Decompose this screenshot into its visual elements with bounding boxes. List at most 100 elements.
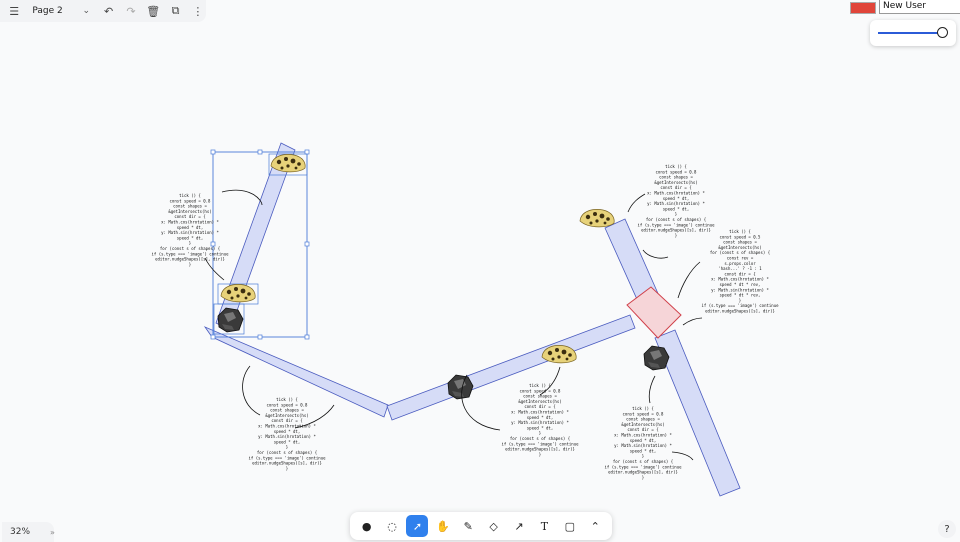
code-line: y: Math.sin(hrotation) * [511,420,569,425]
code-line: speed * dt, [527,425,554,430]
code-line: const speed = 0.8 [520,388,562,393]
code-line: speed * dt, [274,429,301,434]
code-line: y: Math.sin(hrotation) * [614,443,672,448]
trash-icon[interactable]: 🗑 [145,2,161,20]
code-line: speed * dt, [177,235,204,240]
code-line: &getIntersects(hs) [654,180,697,185]
slider-thumb[interactable] [937,27,948,38]
code-line: for (const s of shapes) { [710,250,770,255]
canvas[interactable]: tick () {const speed = 0.8const shapes =… [0,0,960,542]
text-tool-icon[interactable]: T [533,515,555,537]
code-line: if (s.type === 'image') continue [501,441,579,446]
cheese-item[interactable] [220,283,256,303]
code-line: x: Math.cos(hrotation) * [614,433,672,438]
code-line: for (const s of shapes) { [613,459,673,464]
code-line: tick () { [632,406,654,411]
code-line: speed * dt, [177,225,204,230]
code-line: 'hash...' ? -1 : 1 [718,266,762,271]
code-line: const dir = { [660,185,691,190]
code-line: } [675,212,677,217]
chevron-up-icon[interactable]: ⌃ [584,515,606,537]
code-line: const dir = { [524,404,555,409]
slider-track[interactable] [878,32,942,34]
code-line: const dir = { [271,418,302,423]
bottom-toolbar: ● ◌ ➚ ✋ ✎ ◇ ↗ T ▢ ⌃ [350,512,612,540]
code-line: for (const s of shapes) { [160,246,220,251]
code-line: y: Math.sin(hrotation) * [711,287,769,292]
code-line: const dir = { [174,214,205,219]
code-line: x: Math.cos(hrotation) * [647,191,705,196]
code-line: tick () { [276,397,298,402]
code-line: tick () { [729,229,751,234]
undo-icon[interactable]: ↶ [100,2,116,20]
code-line: } [539,431,541,436]
code-line: } [189,241,191,246]
code-line: } [539,452,541,457]
zoom-level: 32% [10,527,31,537]
dot-tool-icon[interactable]: ● [356,515,378,537]
user-presence: New User [846,0,960,14]
code-line: speed * dt, [527,415,554,420]
code-line: &getIntersects(hs) [265,413,308,418]
code-line: editor.nudgeShapes([s], dir)} [705,309,775,314]
code-line: } [642,475,644,480]
eraser-tool-icon[interactable]: ◇ [483,515,505,537]
user-color-swatch[interactable] [850,2,876,14]
top-menu-bar: ☰ Page 2 ⌄ ↶ ↷ 🗑 ⧉ ⋮ [0,0,206,22]
code-line: const shapes = [270,408,304,413]
code-line: y: Math.sin(hrotation) * [161,230,219,235]
expand-icon[interactable]: » [42,528,55,537]
chevron-down-icon[interactable]: ⌄ [78,6,94,16]
code-line: speed * dt * rev, [720,293,761,298]
code-line: } [189,262,191,267]
code-line: x: Math.cos(hrotation) * [258,424,316,429]
code-line: tick () { [665,164,687,169]
code-line: if (s.type === 'image') continue [637,222,715,227]
code-line: editor.nudgeShapes([s], dir)} [641,228,711,233]
lasso-tool-icon[interactable]: ◌ [381,515,403,537]
code-line: speed * dt, [663,206,690,211]
code-line: editor.nudgeShapes([s], dir)} [252,461,322,466]
arrow-tool-icon[interactable]: ↗ [508,515,530,537]
code-line: if (s.type === 'image') continue [248,455,326,460]
code-annotations: tick () {const speed = 0.8const shapes =… [151,164,779,480]
slider-panel [870,20,956,46]
cheese-item[interactable] [579,208,615,228]
code-line: &getIntersects(hs) [168,209,211,214]
code-line: editor.nudgeShapes([s], dir)} [155,257,225,262]
code-line: for (const s of shapes) { [510,436,570,441]
code-line: const dir = { [627,427,658,432]
code-line: s.props.color [724,261,756,266]
rock-item[interactable] [447,374,474,400]
code-line: if (s.type === 'image') continue [151,251,229,256]
conveyor-belt-middle[interactable] [386,314,636,421]
page-name[interactable]: Page 2 [28,6,72,16]
code-line: if (s.type === 'image') continue [604,464,682,469]
pencil-tool-icon[interactable]: ✎ [457,515,479,537]
menu-icon[interactable]: ☰ [6,2,22,20]
code-line: } [286,466,288,471]
rectangle-tool-icon[interactable]: ▢ [559,515,581,537]
zoom-control[interactable]: 32% » [2,522,55,542]
code-line: y: Math.sin(hrotation) * [647,201,705,206]
user-name-field[interactable]: New User [879,0,960,14]
help-button[interactable]: ? [938,520,956,538]
code-line: editor.nudgeShapes([s], dir)} [608,470,678,475]
code-line: const shapes = [523,394,557,399]
select-tool-icon[interactable]: ➚ [406,515,429,537]
code-line: const shapes = [723,240,757,245]
code-line: const dir = { [724,271,755,276]
more-icon[interactable]: ⋮ [190,2,206,20]
code-line: for (const s of shapes) { [257,450,317,455]
code-line: } [642,454,644,459]
hand-tool-icon[interactable]: ✋ [432,515,454,537]
code-line: const speed = 0.8 [170,198,212,203]
duplicate-icon[interactable]: ⧉ [167,2,183,20]
code-line: x: Math.cos(hrotation) * [711,277,769,282]
code-line: } [739,298,741,303]
redo-icon[interactable]: ↷ [123,2,139,20]
rock-item[interactable] [643,345,670,371]
code-line: } [675,233,677,238]
code-line: speed * dt * rev, [720,282,761,287]
code-line: const shapes = [626,417,660,422]
